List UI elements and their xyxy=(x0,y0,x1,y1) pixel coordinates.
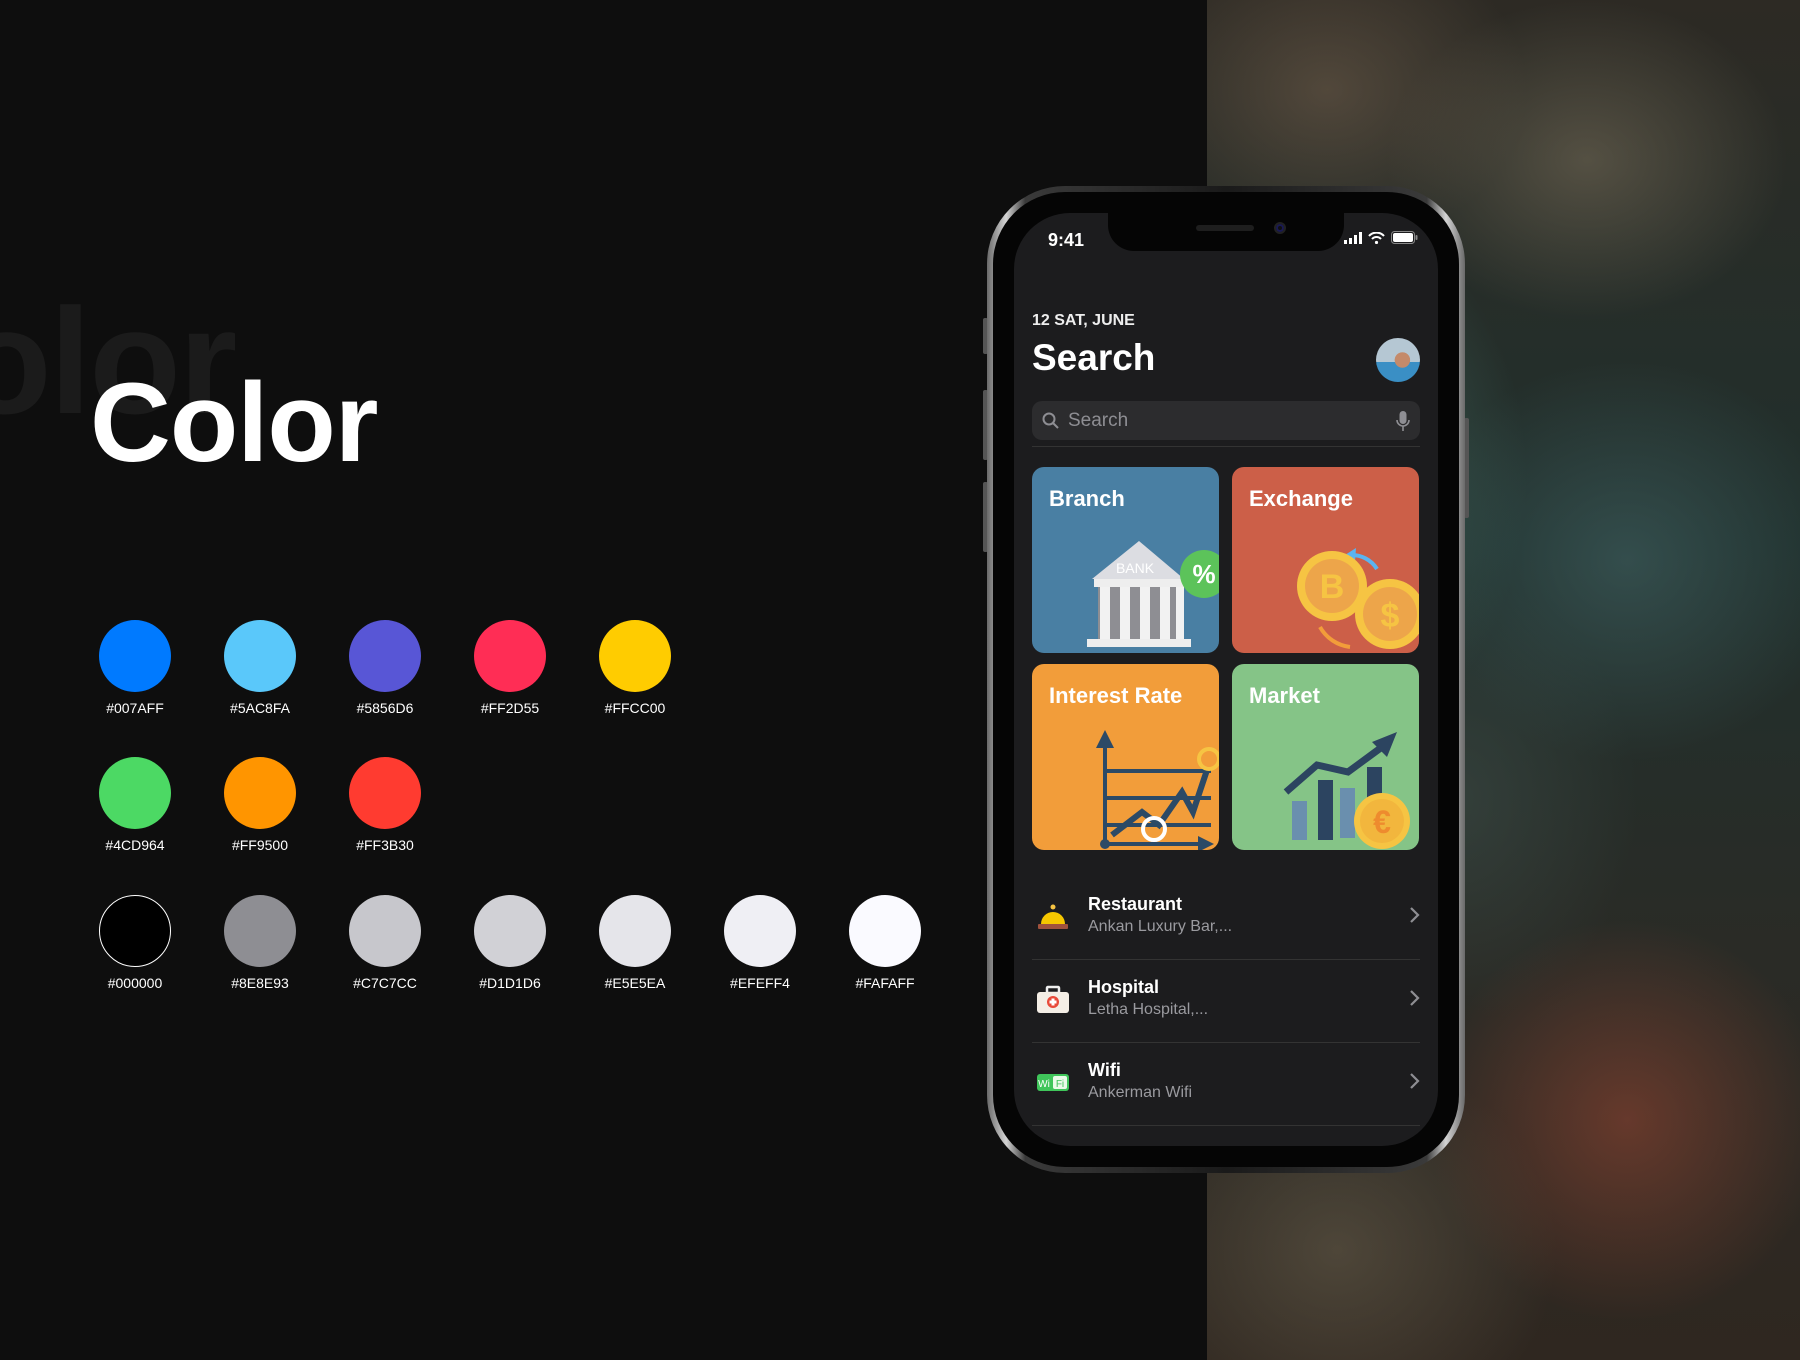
color-hex-label: #8E8E93 xyxy=(231,975,289,991)
color-hex-label: #D1D1D6 xyxy=(479,975,541,991)
tile-market[interactable]: € Market xyxy=(1232,664,1419,850)
svg-text:B: B xyxy=(1320,568,1345,606)
color-hex-label: #FF2D55 xyxy=(480,700,540,716)
search-bar[interactable] xyxy=(1032,401,1420,440)
color-hex-label: #FF3B30 xyxy=(356,837,414,853)
list-item-subtitle: Ankerman Wifi xyxy=(1088,1084,1193,1101)
battery-icon xyxy=(1391,231,1418,244)
search-icon xyxy=(1042,412,1059,429)
tile-label: Branch xyxy=(1049,486,1125,511)
color-hex-label: #C7C7CC xyxy=(353,975,417,991)
notch xyxy=(1108,213,1344,251)
color-swatch xyxy=(224,620,296,692)
svg-text:€: € xyxy=(1373,804,1391,840)
color-swatch xyxy=(99,895,171,967)
svg-text:Fi: Fi xyxy=(1056,1079,1064,1090)
color-hex-label: #FFCC00 xyxy=(604,700,666,716)
color-hex-label: #4CD964 xyxy=(105,837,165,853)
svg-text:BANK: BANK xyxy=(1116,560,1155,576)
divider xyxy=(1032,446,1420,447)
color-hex-label: #5AC8FA xyxy=(230,700,290,716)
color-hex-label: #007AFF xyxy=(106,700,164,716)
list-item-title: Hospital xyxy=(1088,977,1160,997)
list-item-subtitle: Letha Hospital,... xyxy=(1088,1001,1209,1018)
color-hex-label: #EFEFF4 xyxy=(730,975,790,991)
list-item-title: Wifi xyxy=(1088,1060,1121,1080)
phone-bezel: 9:41 12 SAT, JUNE Search BANK % Branch xyxy=(993,192,1459,1167)
color-swatch xyxy=(99,620,171,692)
color-hex-label: #FF9500 xyxy=(231,837,289,853)
wifi-sign-icon: Wi Fi xyxy=(1037,1074,1069,1091)
search-input[interactable] xyxy=(1068,409,1388,432)
color-swatch xyxy=(349,757,421,829)
color-hex-label: #5856D6 xyxy=(356,700,414,716)
svg-text:$: $ xyxy=(1381,597,1400,635)
color-swatch xyxy=(599,895,671,967)
microphone-icon[interactable] xyxy=(1396,410,1410,432)
tile-branch[interactable]: BANK % Branch xyxy=(1032,467,1219,653)
phone-screen: 9:41 12 SAT, JUNE Search BANK % Branch xyxy=(1014,213,1438,1146)
chevron-right-icon xyxy=(1410,990,1420,1006)
color-swatch xyxy=(99,757,171,829)
list-item-restaurant[interactable]: Restaurant Ankan Luxury Bar,... xyxy=(1032,877,1420,960)
list-item-hospital[interactable]: Hospital Letha Hospital,... xyxy=(1032,960,1420,1043)
list-item-subtitle: Ankan Luxury Bar,... xyxy=(1088,918,1233,935)
color-swatch xyxy=(349,620,421,692)
first-aid-kit-icon xyxy=(1037,985,1069,1013)
color-hex-label: #FAFAFF xyxy=(855,975,915,991)
tile-exchange[interactable]: B $ Exchange xyxy=(1232,467,1419,653)
svg-text:%: % xyxy=(1192,559,1215,589)
status-icons xyxy=(1344,231,1418,244)
page-title: Color xyxy=(90,360,378,485)
color-swatch xyxy=(474,895,546,967)
color-swatch xyxy=(474,620,546,692)
signal-icon xyxy=(1344,231,1362,244)
speaker xyxy=(1196,225,1254,231)
color-swatch xyxy=(224,895,296,967)
service-bell-icon xyxy=(1038,904,1068,929)
avatar[interactable] xyxy=(1376,338,1420,382)
list-item-title: Restaurant xyxy=(1088,894,1183,914)
color-hex-label: #E5E5EA xyxy=(604,975,666,991)
chevron-right-icon xyxy=(1410,907,1420,923)
chevron-right-icon xyxy=(1410,1073,1420,1089)
tile-label: Market xyxy=(1249,683,1320,708)
color-swatch xyxy=(849,895,921,967)
screen-title: Search xyxy=(1032,337,1156,378)
svg-text:Wi: Wi xyxy=(1038,1079,1050,1090)
tile-label: Interest Rate xyxy=(1049,683,1183,708)
date-label: 12 SAT, JUNE xyxy=(1032,312,1135,329)
color-swatch xyxy=(224,757,296,829)
phone-mockup: 9:41 12 SAT, JUNE Search BANK % Branch xyxy=(987,186,1465,1173)
presentation-canvas: olor Color #007AFF #5AC8FA #5856D6 #FF2D55 #… xyxy=(0,0,1800,1360)
color-hex-label: #000000 xyxy=(107,975,163,991)
tile-label: Exchange xyxy=(1249,486,1353,511)
tile-interest-rate[interactable]: Interest Rate xyxy=(1032,664,1219,850)
list-item-wifi[interactable]: Wi Fi Wifi Ankerman Wifi xyxy=(1032,1043,1420,1126)
color-swatch xyxy=(349,895,421,967)
color-swatch xyxy=(724,895,796,967)
status-time: 9:41 xyxy=(1048,230,1085,250)
camera xyxy=(1274,222,1286,234)
wifi-icon xyxy=(1368,231,1385,244)
color-swatch xyxy=(599,620,671,692)
